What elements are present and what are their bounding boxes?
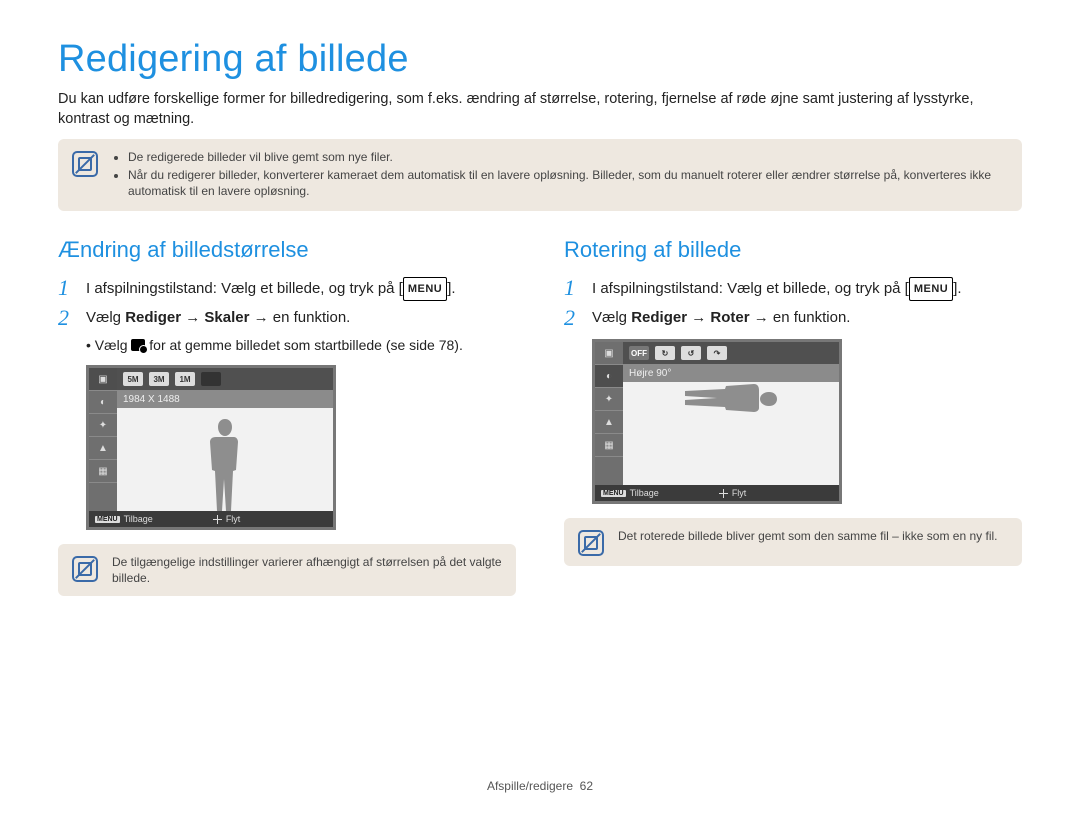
lcd-back-label: Tilbage — [124, 514, 153, 524]
note-item: De redigerede billeder vil blive gemt so… — [128, 149, 1008, 165]
section-heading-resize: Ændring af billedstørrelse — [58, 237, 516, 263]
note-icon — [72, 151, 98, 177]
left-bottom-note: De tilgængelige indstillinger varierer a… — [58, 544, 516, 596]
top-note-list: De redigerede billeder vil blive gemt so… — [112, 149, 1008, 201]
step2-arrow: → — [181, 309, 204, 326]
right-bottom-note: Det roterede billede bliver gemt som den… — [564, 518, 1022, 566]
step-number-icon: 1 — [564, 277, 582, 299]
menu-button-label: MENU — [403, 277, 447, 301]
step1-text-suffix: ]. — [953, 280, 961, 297]
sidebar-icon: ◐ — [595, 365, 623, 388]
footer-page-number: 62 — [580, 779, 593, 793]
lcd-canvas — [623, 382, 839, 485]
dpad-icon — [719, 489, 728, 498]
sidebar-icon: ✦ — [89, 414, 117, 437]
lcd-topbar: 5M 3M 1M — [117, 368, 333, 390]
substep-prefix: Vælg — [95, 337, 132, 353]
step2-prefix: Vælg — [86, 309, 125, 326]
right-column: Rotering af billede 1 I afspilningstilst… — [564, 229, 1022, 614]
step2-bold2: Roter — [710, 309, 749, 326]
lcd-topbar: OFF ↻ ↺ ↷ — [623, 342, 839, 364]
lcd-bottom-bar: MENU Tilbage Flyt — [595, 485, 839, 501]
rotate-180-icon: ↷ — [707, 346, 727, 360]
step-2: 2 Vælg Rediger → Roter → en funktion. — [564, 307, 1022, 329]
lcd-bottom-bar: MENU Tilbage Flyt — [89, 511, 333, 527]
step2-prefix: Vælg — [592, 309, 631, 326]
note-item: Når du redigerer billeder, konverterer k… — [128, 167, 1008, 199]
camera-lcd-resize: ▣ ◐ ✦ ▲ ▦ 5M 3M 1M 1984 X 1488 — [86, 365, 336, 530]
sidebar-icon: ▣ — [89, 368, 117, 391]
size-option-icon: 3M — [149, 372, 169, 386]
note-icon — [578, 530, 604, 556]
step-number-icon: 1 — [58, 277, 76, 299]
start-image-icon — [131, 339, 145, 351]
step-number-icon: 2 — [564, 307, 582, 329]
two-column-layout: Ændring af billedstørrelse 1 I afspilnin… — [58, 229, 1022, 614]
lcd-canvas — [117, 408, 333, 511]
lcd-subtitle: 1984 X 1488 — [117, 390, 333, 408]
person-silhouette-rotated-icon — [685, 377, 777, 421]
step-1: 1 I afspilningstilstand: Vælg et billede… — [58, 277, 516, 301]
step-number-icon: 2 — [58, 307, 76, 329]
person-silhouette-icon — [203, 419, 247, 511]
sidebar-icon: ▲ — [595, 411, 623, 434]
lcd-move-label: Flyt — [226, 514, 241, 524]
sidebar-icon: ▦ — [595, 434, 623, 457]
lcd-back-label: Tilbage — [630, 488, 659, 498]
step2-suffix: → en funktion. — [249, 309, 350, 326]
size-option-icon — [201, 372, 221, 386]
sidebar-icon: ✦ — [595, 388, 623, 411]
lcd-sidebar: ▣ ◐ ✦ ▲ ▦ — [89, 368, 117, 511]
size-option-icon: 1M — [175, 372, 195, 386]
sidebar-icon: ▦ — [89, 460, 117, 483]
step1-text-prefix: I afspilningstilstand: Vælg et billede, … — [592, 280, 909, 297]
footer-section-label: Afspille/redigere — [487, 779, 573, 793]
substep-suffix: for at gemme billedet som startbillede (… — [145, 337, 462, 353]
step2-bold1: Rediger — [125, 309, 181, 326]
step-2: 2 Vælg Rediger → Skaler → en funktion. — [58, 307, 516, 329]
intro-paragraph: Du kan udføre forskellige former for bil… — [58, 89, 1022, 129]
rotate-right-icon: ↻ — [655, 346, 675, 360]
note-text: Det roterede billede bliver gemt som den… — [618, 528, 998, 544]
sidebar-icon: ▲ — [89, 437, 117, 460]
page-title: Redigering af billede — [58, 38, 1022, 81]
left-column: Ændring af billedstørrelse 1 I afspilnin… — [58, 229, 516, 614]
step1-text-suffix: ]. — [447, 280, 455, 297]
manual-page: Redigering af billede Du kan udføre fors… — [0, 0, 1080, 815]
lcd-sidebar: ▣ ◐ ✦ ▲ ▦ — [595, 342, 623, 485]
section-heading-rotate: Rotering af billede — [564, 237, 1022, 263]
note-icon — [72, 556, 98, 582]
camera-lcd-rotate: ▣ ◐ ✦ ▲ ▦ OFF ↻ ↺ ↷ Højre 90° — [592, 339, 842, 504]
lcd-move-label: Flyt — [732, 488, 747, 498]
step2-bold2: Skaler — [204, 309, 249, 326]
rotate-option-icon: OFF — [629, 346, 649, 360]
sidebar-icon: ◐ — [89, 391, 117, 414]
dpad-icon — [213, 515, 222, 524]
rotate-left-icon: ↺ — [681, 346, 701, 360]
menu-tag: MENU — [95, 516, 120, 523]
note-text: De tilgængelige indstillinger varierer a… — [112, 554, 502, 586]
page-footer: Afspille/redigere 62 — [0, 779, 1080, 793]
substep-startimage: Vælg for at gemme billedet som startbill… — [86, 335, 516, 355]
menu-tag: MENU — [601, 490, 626, 497]
sidebar-icon: ▣ — [595, 342, 623, 365]
step2-suffix: → en funktion. — [750, 309, 851, 326]
step2-bold1: Rediger — [631, 309, 687, 326]
step1-text-prefix: I afspilningstilstand: Vælg et billede, … — [86, 280, 403, 297]
step-1: 1 I afspilningstilstand: Vælg et billede… — [564, 277, 1022, 301]
menu-button-label: MENU — [909, 277, 953, 301]
step2-arrow: → — [687, 309, 710, 326]
size-option-icon: 5M — [123, 372, 143, 386]
top-note-box: De redigerede billeder vil blive gemt so… — [58, 139, 1022, 211]
